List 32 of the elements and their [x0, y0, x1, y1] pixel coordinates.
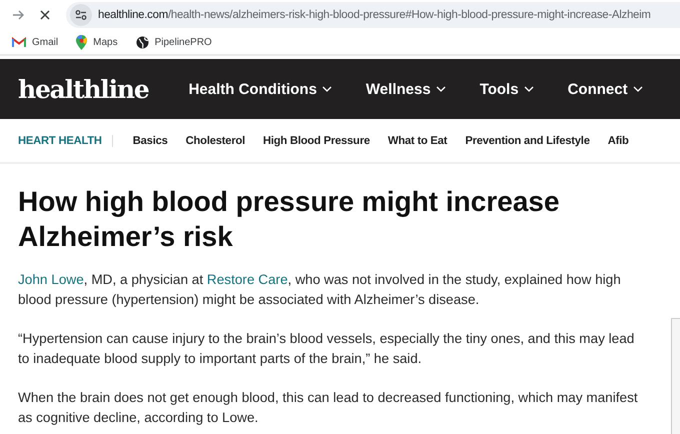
site-settings-icon[interactable]: [75, 10, 87, 20]
close-icon[interactable]: [40, 10, 50, 20]
subnav-link[interactable]: Basics: [132, 134, 168, 146]
subnav-link[interactable]: Prevention and Lifestyle: [465, 134, 590, 146]
forward-arrow-icon[interactable]: [13, 10, 25, 20]
text-link[interactable]: Restore Care: [206, 272, 288, 287]
nav-menu-item[interactable]: Wellness: [366, 80, 431, 98]
nav-menu-item[interactable]: Health Conditions: [188, 80, 317, 98]
section-link[interactable]: HEART HEALTH: [18, 134, 113, 146]
nav-menu-item[interactable]: Tools: [480, 80, 519, 98]
subnav-link[interactable]: Afib: [608, 134, 629, 146]
subnav-link[interactable]: High Blood Pressure: [263, 134, 370, 146]
chevron-down-icon: [436, 86, 446, 92]
article-paragraph: “Hypertension can cause injury to the brain’s blood vessels, especially the tiny ones, and this may lead to inadequate blood supply to important parts of the brain,” he said.: [18, 330, 636, 368]
bookmark-link[interactable]: PipelinePRO: [154, 36, 212, 48]
chevron-down-icon: [632, 86, 643, 92]
article-paragraph: John Lowe, MD, a physician at Restore Care, who was not involved in the study, explained how high blood pressure (hypertension) might be associated with Alzheimer’s disease.: [18, 271, 622, 309]
text-link[interactable]: John Lowe: [18, 272, 84, 287]
article-title: How high blood pressure might increase Alzheimer’s risk: [18, 185, 560, 254]
bookmark-link[interactable]: Maps: [93, 36, 118, 48]
subnav-link[interactable]: Cholesterol: [186, 134, 246, 146]
map-pin-icon: [76, 34, 88, 50]
chevron-down-icon: [524, 86, 534, 92]
article-paragraph: When the brain does not get enough blood, this can lead to decreased functioning, which may manifest as cognitive decline, according to Lowe.: [18, 389, 638, 427]
subnav-link[interactable]: What to Eat: [388, 134, 448, 146]
bookmark-link[interactable]: Gmail: [32, 36, 58, 48]
nav-menu-item[interactable]: Connect: [568, 80, 628, 98]
mail-icon: [12, 36, 26, 48]
chevron-down-icon: [322, 86, 332, 92]
globe-icon: [136, 36, 149, 48]
address-bar[interactable]: healthline.com/health-news/alzheimers-risk-high-blood-pressure#How-high-blood-pressure-might-increase-Alzheim: [66, 2, 680, 28]
site-logo[interactable]: healthline: [18, 74, 149, 104]
